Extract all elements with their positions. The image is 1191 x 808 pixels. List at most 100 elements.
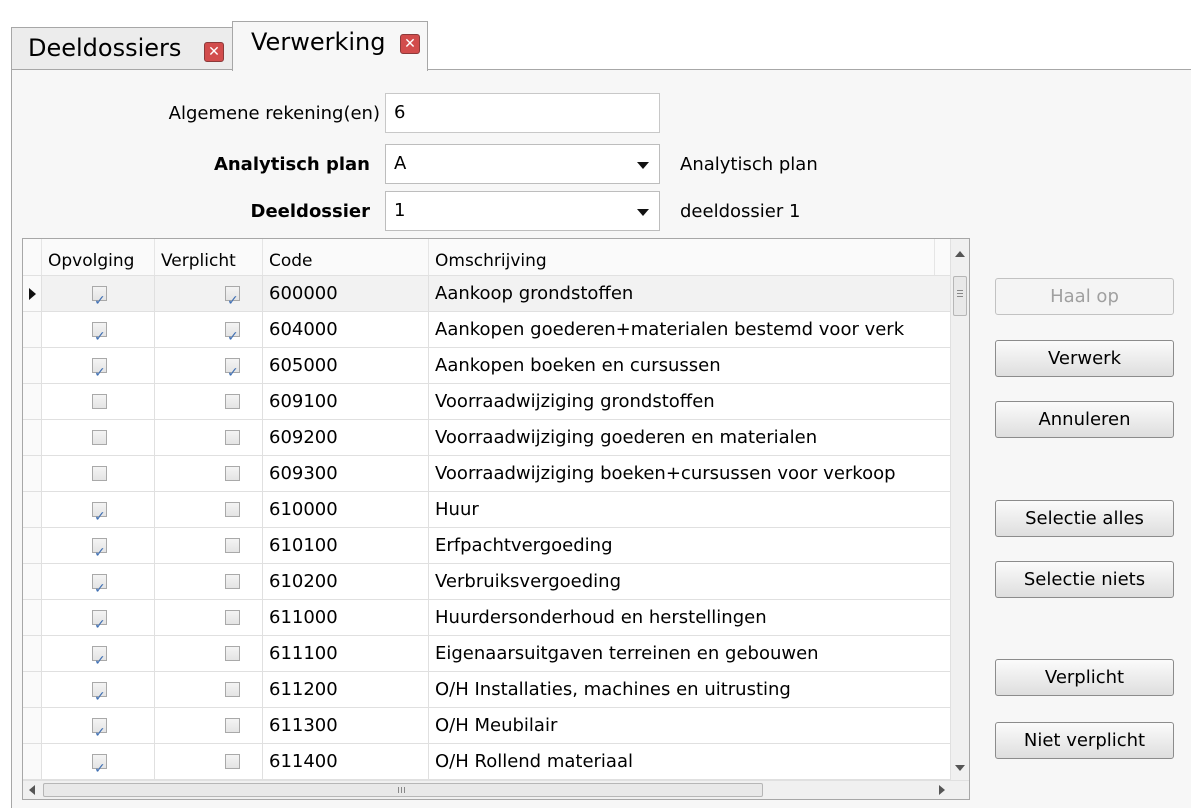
omschrijving-cell[interactable]: Voorraadwijziging boeken+cursussen voor … — [429, 456, 951, 492]
scroll-left-icon[interactable] — [29, 785, 35, 795]
code-cell[interactable]: 610100 — [263, 528, 429, 564]
row-header[interactable] — [23, 708, 42, 744]
code-cell[interactable]: 611000 — [263, 600, 429, 636]
close-icon[interactable]: ✕ — [204, 42, 224, 62]
code-cell[interactable]: 609100 — [263, 384, 429, 420]
table-row[interactable]: 611300O/H Meubilair — [23, 708, 969, 744]
table-row[interactable]: 600000Aankoop grondstoffen — [23, 276, 969, 312]
table-row[interactable]: 610100Erfpachtvergoeding — [23, 528, 969, 564]
verplicht-checkbox[interactable] — [225, 754, 240, 769]
omschrijving-cell[interactable]: Aankopen goederen+materialen bestemd voo… — [429, 312, 951, 348]
omschrijving-cell[interactable]: Voorraadwijziging grondstoffen — [429, 384, 951, 420]
row-header[interactable] — [23, 600, 42, 636]
verwerk-button[interactable]: Verwerk — [995, 340, 1174, 377]
annuleren-button[interactable]: Annuleren — [995, 401, 1174, 438]
horizontal-scrollbar[interactable] — [23, 780, 969, 799]
omschrijving-cell[interactable]: Huurdersonderhoud en herstellingen — [429, 600, 951, 636]
row-header[interactable] — [23, 672, 42, 708]
code-cell[interactable]: 609300 — [263, 456, 429, 492]
analytisch-plan-select[interactable]: A — [385, 144, 660, 184]
opvolging-checkbox[interactable] — [92, 319, 107, 347]
row-header[interactable] — [23, 456, 42, 492]
selectie-niets-button[interactable]: Selectie niets — [995, 561, 1174, 598]
column-header-opvolging[interactable]: Opvolging — [42, 239, 155, 275]
opvolging-checkbox[interactable] — [92, 430, 107, 445]
verplicht-checkbox[interactable] — [225, 610, 240, 625]
table-row[interactable]: 610000Huur — [23, 492, 969, 528]
verplicht-checkbox[interactable] — [225, 283, 240, 311]
code-cell[interactable]: 611300 — [263, 708, 429, 744]
table-row[interactable]: 605000Aankopen boeken en cursussen — [23, 348, 969, 384]
omschrijving-cell[interactable]: Erfpachtvergoeding — [429, 528, 951, 564]
close-icon[interactable]: ✕ — [400, 34, 420, 54]
row-header[interactable] — [23, 312, 42, 348]
table-row[interactable]: 610200Verbruiksvergoeding — [23, 564, 969, 600]
opvolging-checkbox[interactable] — [92, 679, 107, 707]
opvolging-checkbox[interactable] — [92, 355, 107, 383]
opvolging-checkbox[interactable] — [92, 535, 107, 563]
verplicht-checkbox[interactable] — [225, 538, 240, 553]
opvolging-checkbox[interactable] — [92, 394, 107, 409]
verplicht-checkbox[interactable] — [225, 466, 240, 481]
horizontal-scroll-thumb[interactable] — [43, 783, 763, 797]
omschrijving-cell[interactable]: Eigenaarsuitgaven terreinen en gebouwen — [429, 636, 951, 672]
verplicht-checkbox[interactable] — [225, 574, 240, 589]
row-header[interactable] — [23, 636, 42, 672]
row-header[interactable] — [23, 384, 42, 420]
tab-verwerking[interactable]: Verwerking ✕ — [232, 21, 428, 71]
code-cell[interactable]: 611100 — [263, 636, 429, 672]
opvolging-checkbox[interactable] — [92, 466, 107, 481]
opvolging-checkbox[interactable] — [92, 283, 107, 311]
omschrijving-cell[interactable]: Aankoop grondstoffen — [429, 276, 951, 312]
verplicht-checkbox[interactable] — [225, 502, 240, 517]
accounts-grid[interactable]: Opvolging Verplicht Code Omschrijving 60… — [22, 238, 970, 800]
verplicht-checkbox[interactable] — [225, 394, 240, 409]
haal-op-button[interactable]: Haal op — [995, 278, 1174, 315]
opvolging-checkbox[interactable] — [92, 607, 107, 635]
opvolging-checkbox[interactable] — [92, 571, 107, 599]
code-cell[interactable]: 609200 — [263, 420, 429, 456]
code-cell[interactable]: 610000 — [263, 492, 429, 528]
table-row[interactable]: 611400O/H Rollend materiaal — [23, 744, 969, 780]
table-row[interactable]: 611000Huurdersonderhoud en herstellingen — [23, 600, 969, 636]
verplicht-checkbox[interactable] — [225, 682, 240, 697]
code-cell[interactable]: 610200 — [263, 564, 429, 600]
column-header-code[interactable]: Code — [263, 239, 429, 275]
vertical-scroll-thumb[interactable] — [953, 276, 967, 316]
row-header[interactable] — [23, 744, 42, 780]
omschrijving-cell[interactable]: Aankopen boeken en cursussen — [429, 348, 951, 384]
omschrijving-cell[interactable]: Huur — [429, 492, 951, 528]
verplicht-checkbox[interactable] — [225, 646, 240, 661]
verplicht-checkbox[interactable] — [225, 319, 240, 347]
verplicht-button[interactable]: Verplicht — [995, 659, 1174, 696]
column-header-verplicht[interactable]: Verplicht — [155, 239, 263, 275]
opvolging-checkbox[interactable] — [92, 751, 107, 779]
code-cell[interactable]: 605000 — [263, 348, 429, 384]
selectie-alles-button[interactable]: Selectie alles — [995, 500, 1174, 537]
table-row[interactable]: 604000Aankopen goederen+materialen beste… — [23, 312, 969, 348]
table-row[interactable]: 609300 Voorraadwijziging boeken+cursussen… — [23, 456, 969, 492]
table-row[interactable]: 609100 Voorraadwijziging grondstoffen — [23, 384, 969, 420]
row-header[interactable] — [23, 420, 42, 456]
verplicht-checkbox[interactable] — [225, 430, 240, 445]
code-cell[interactable]: 611200 — [263, 672, 429, 708]
code-cell[interactable]: 604000 — [263, 312, 429, 348]
column-header-omschrijving[interactable]: Omschrijving — [429, 239, 935, 275]
code-cell[interactable]: 600000 — [263, 276, 429, 312]
opvolging-checkbox[interactable] — [92, 499, 107, 527]
niet-verplicht-button[interactable]: Niet verplicht — [995, 722, 1174, 759]
tab-deeldossiers[interactable]: Deeldossiers ✕ — [11, 27, 234, 70]
omschrijving-cell[interactable]: Verbruiksvergoeding — [429, 564, 951, 600]
scroll-down-icon[interactable] — [955, 765, 965, 771]
table-row[interactable]: 611200O/H Installaties, machines en uitr… — [23, 672, 969, 708]
table-row[interactable]: 609200 Voorraadwijziging goederen en mate… — [23, 420, 969, 456]
omschrijving-cell[interactable]: Voorraadwijziging goederen en materialen — [429, 420, 951, 456]
code-cell[interactable]: 611400 — [263, 744, 429, 780]
deeldossier-select[interactable]: 1 — [385, 191, 660, 231]
row-header[interactable] — [23, 564, 42, 600]
table-row[interactable]: 611100Eigenaarsuitgaven terreinen en geb… — [23, 636, 969, 672]
row-header[interactable] — [23, 528, 42, 564]
verplicht-checkbox[interactable] — [225, 718, 240, 733]
omschrijving-cell[interactable]: O/H Meubilair — [429, 708, 951, 744]
opvolging-checkbox[interactable] — [92, 715, 107, 743]
